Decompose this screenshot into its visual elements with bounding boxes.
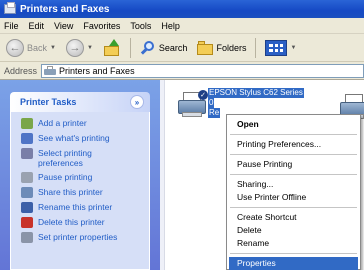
forward-dropdown-icon[interactable]: ▼ bbox=[87, 45, 93, 51]
printer-tasks-list: Add a printer See what's printing Select… bbox=[10, 112, 150, 270]
menu-sharing[interactable]: Sharing... bbox=[229, 178, 358, 191]
menu-separator bbox=[230, 174, 357, 175]
menu-separator bbox=[230, 253, 357, 254]
delete-printer-icon bbox=[21, 217, 33, 228]
toolbar: ← Back ▼ → ▼ Search Folders ▼ bbox=[0, 34, 364, 62]
printer-tasks-title: Printer Tasks bbox=[20, 97, 77, 107]
task-label: See what's printing bbox=[38, 133, 110, 143]
task-label: Set printer properties bbox=[38, 232, 118, 242]
menu-edit[interactable]: Edit bbox=[29, 21, 45, 31]
default-printer-check-icon: ✓ bbox=[198, 90, 208, 100]
pause-printing-icon bbox=[21, 172, 33, 183]
menu-separator bbox=[230, 134, 357, 135]
menu-printing-preferences[interactable]: Printing Preferences... bbox=[229, 138, 358, 151]
search-label: Search bbox=[158, 42, 188, 53]
search-button[interactable]: Search bbox=[138, 37, 190, 59]
menu-pause-printing[interactable]: Pause Printing bbox=[229, 158, 358, 171]
toolbar-separator bbox=[255, 37, 257, 58]
menu-bar: File Edit View Favorites Tools Help bbox=[0, 18, 364, 34]
vertical-scrollbar[interactable] bbox=[160, 80, 165, 270]
menu-delete[interactable]: Delete bbox=[229, 224, 358, 237]
task-label: Delete this printer bbox=[38, 217, 105, 227]
menu-view[interactable]: View bbox=[54, 21, 73, 31]
menu-help[interactable]: Help bbox=[161, 21, 180, 31]
back-arrow-icon: ← bbox=[6, 38, 24, 57]
back-dropdown-icon[interactable]: ▼ bbox=[50, 45, 56, 51]
address-value: Printers and Faxes bbox=[59, 65, 135, 76]
share-printer-icon bbox=[21, 187, 33, 198]
collapse-chevron-icon[interactable]: » bbox=[130, 95, 144, 109]
printers-folder-icon bbox=[4, 2, 16, 14]
task-label: Select printing preferences bbox=[38, 148, 92, 168]
task-see-printing[interactable]: See what's printing bbox=[21, 133, 149, 144]
printer-name: EPSON Stylus C62 Series bbox=[208, 88, 304, 98]
add-printer-icon bbox=[21, 118, 33, 129]
search-icon bbox=[140, 40, 156, 56]
address-label: Address bbox=[4, 65, 38, 76]
menu-use-offline[interactable]: Use Printer Offline bbox=[229, 191, 358, 204]
task-delete-printer[interactable]: Delete this printer bbox=[21, 217, 149, 228]
task-label: Rename this printer bbox=[38, 202, 113, 212]
title-bar: Printers and Faxes bbox=[0, 0, 364, 18]
task-label: Share this printer bbox=[38, 187, 103, 197]
menu-create-shortcut[interactable]: Create Shortcut bbox=[229, 211, 358, 224]
printer-name-line2: 0 bbox=[208, 98, 215, 108]
rename-printer-icon bbox=[21, 202, 33, 213]
folders-icon bbox=[197, 40, 214, 55]
task-share-printer[interactable]: Share this printer bbox=[21, 187, 149, 198]
views-button[interactable]: ▼ bbox=[263, 37, 298, 59]
menu-tools[interactable]: Tools bbox=[130, 21, 151, 31]
printer-properties-icon bbox=[21, 232, 33, 243]
views-icon bbox=[265, 39, 288, 56]
context-menu: Open Printing Preferences... Pause Print… bbox=[226, 114, 361, 270]
up-button[interactable] bbox=[101, 37, 123, 59]
forward-arrow-icon: → bbox=[65, 38, 84, 57]
menu-favorites[interactable]: Favorites bbox=[83, 21, 120, 31]
menu-separator bbox=[230, 154, 357, 155]
menu-rename[interactable]: Rename bbox=[229, 237, 358, 250]
task-label: Pause printing bbox=[38, 172, 93, 182]
menu-properties[interactable]: Properties bbox=[229, 257, 358, 270]
task-printing-preferences[interactable]: Select printing preferences bbox=[21, 148, 149, 168]
window-title: Printers and Faxes bbox=[20, 3, 110, 15]
printer-tasks-panel: Printer Tasks » Add a printer See what's… bbox=[10, 92, 150, 270]
back-button[interactable]: ← Back ▼ bbox=[4, 37, 58, 59]
task-label: Add a printer bbox=[38, 118, 87, 128]
address-field[interactable]: Printers and Faxes bbox=[41, 63, 364, 78]
printer-status: Re bbox=[208, 108, 221, 118]
back-label: Back bbox=[27, 42, 48, 53]
task-rename-printer[interactable]: Rename this printer bbox=[21, 202, 149, 213]
folders-label: Folders bbox=[216, 42, 247, 53]
task-add-printer[interactable]: Add a printer bbox=[21, 118, 149, 129]
menu-file[interactable]: File bbox=[4, 21, 19, 31]
task-pane: Printer Tasks » Add a printer See what's… bbox=[0, 80, 160, 270]
menu-separator bbox=[230, 207, 357, 208]
address-bar: Address Printers and Faxes bbox=[0, 62, 364, 80]
task-printer-properties[interactable]: Set printer properties bbox=[21, 232, 149, 243]
printer-icon bbox=[44, 65, 57, 76]
printer-tasks-header[interactable]: Printer Tasks » bbox=[10, 92, 150, 112]
task-pause-printing[interactable]: Pause printing bbox=[21, 172, 149, 183]
folders-button[interactable]: Folders bbox=[195, 37, 248, 59]
epson-printer-icon[interactable]: ✓ bbox=[178, 90, 208, 118]
views-dropdown-icon[interactable]: ▼ bbox=[290, 45, 296, 51]
folder-up-icon bbox=[103, 38, 121, 57]
menu-open[interactable]: Open bbox=[229, 118, 358, 131]
preferences-icon bbox=[21, 148, 33, 159]
forward-button[interactable]: → ▼ bbox=[64, 37, 95, 59]
see-printing-icon bbox=[21, 133, 33, 144]
toolbar-separator bbox=[129, 37, 131, 58]
